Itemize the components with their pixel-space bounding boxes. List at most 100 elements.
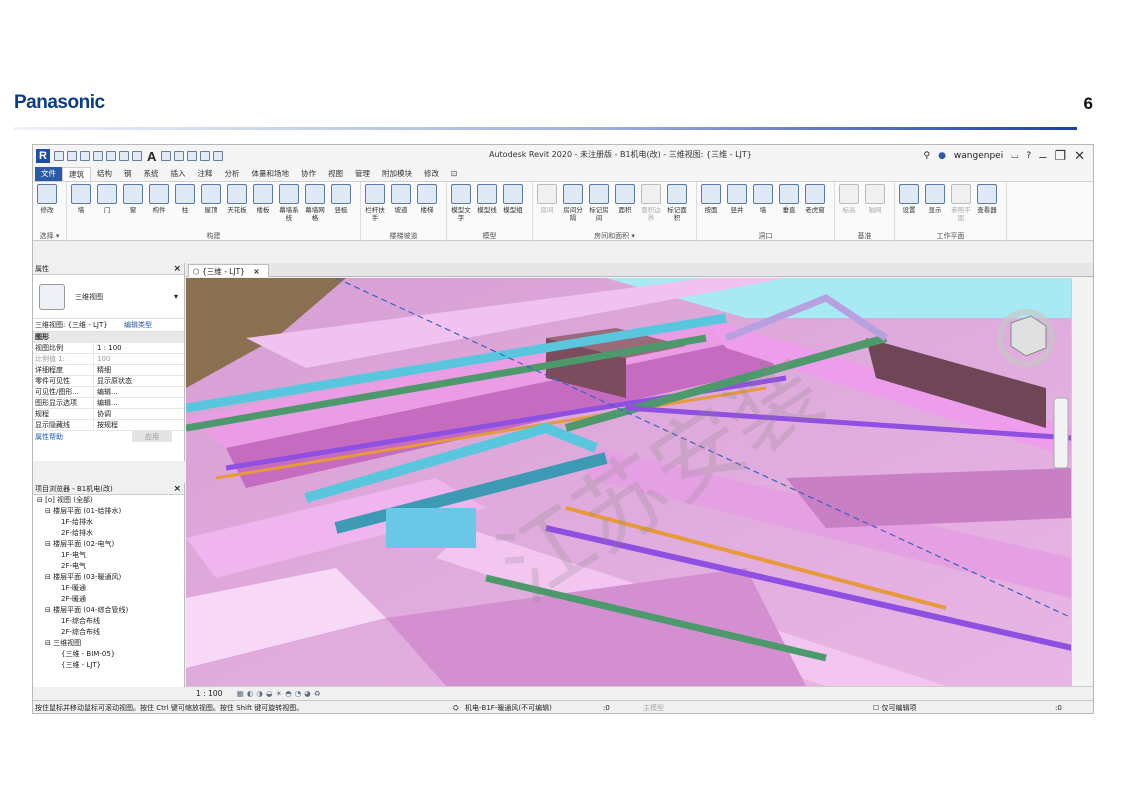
open-icon[interactable] xyxy=(54,151,64,161)
user-icon[interactable]: ● xyxy=(938,151,946,161)
close-hidden-icon[interactable] xyxy=(200,151,211,161)
tree-item[interactable]: ⊟ 楼层平面 (02-电气) xyxy=(33,539,184,550)
property-row[interactable]: 比例值 1: 100 xyxy=(33,354,184,365)
close-button[interactable]: ✕ xyxy=(1074,148,1085,164)
close-icon[interactable]: × xyxy=(173,483,181,495)
restore-button[interactable]: ❐ xyxy=(1054,148,1066,164)
ribbon-group-label[interactable]: 房间和面积 ▾ xyxy=(533,231,696,241)
property-row[interactable]: 可见性/图形... 编辑... xyxy=(33,387,184,398)
ribbon-button[interactable]: 幕墙网格 xyxy=(303,184,327,222)
tree-item[interactable]: ⊟ 楼层平面 (03-暖通风) xyxy=(33,572,184,583)
tab-7[interactable]: 分析 xyxy=(219,167,246,181)
section-icon[interactable] xyxy=(174,151,185,161)
ribbon-button[interactable]: 楼板 xyxy=(251,184,275,222)
ribbon-button[interactable]: 轴网 xyxy=(863,184,887,214)
tab-9[interactable]: 协作 xyxy=(295,167,322,181)
view-tab[interactable]: ⬡ {三维 - LJT} × xyxy=(188,264,269,277)
editable-only-checkbox[interactable]: ☐ 仅可编辑项 xyxy=(873,701,917,713)
ribbon-button[interactable]: 墙 xyxy=(751,184,775,214)
ribbon-group-label[interactable]: 洞口 xyxy=(697,231,834,241)
ribbon-button[interactable]: 墙 xyxy=(69,184,93,222)
minimize-button[interactable]: – xyxy=(1039,149,1046,164)
vertical-scrollbar[interactable] xyxy=(1071,278,1093,686)
ribbon-button[interactable]: 修改 xyxy=(35,184,59,214)
undo-icon[interactable] xyxy=(93,151,103,161)
ribbon-group-label[interactable]: 楼梯坡道 xyxy=(361,231,446,241)
view-controls-icon[interactable]: ▦◐◑◒☀◓◔◕♻ xyxy=(237,689,324,698)
tab-14[interactable]: ⊡ xyxy=(445,167,463,181)
cart-icon[interactable]: ⌴ xyxy=(1011,151,1018,161)
tree-item[interactable]: 1F-电气 xyxy=(33,550,184,561)
ribbon-button[interactable]: 查看器 xyxy=(975,184,999,222)
tab-5[interactable]: 插入 xyxy=(165,167,192,181)
type-selector[interactable]: 三维视图 ▾ xyxy=(33,275,184,319)
property-value[interactable]: 协调 xyxy=(93,409,184,419)
design-option[interactable]: 主模型 xyxy=(643,701,664,713)
3d-view-icon[interactable] xyxy=(161,151,172,161)
sync-icon[interactable] xyxy=(80,151,90,161)
property-value[interactable]: 按规程 xyxy=(93,420,184,430)
ribbon-button[interactable]: 天花板 xyxy=(225,184,249,222)
property-row[interactable]: 视图比例 1 : 100 xyxy=(33,343,184,354)
print-icon[interactable] xyxy=(119,151,129,161)
ribbon-button[interactable]: 模型文字 xyxy=(449,184,473,222)
ribbon-button[interactable]: 面积边界 xyxy=(639,184,663,222)
revit-logo-icon[interactable]: R xyxy=(36,149,50,163)
ribbon-button[interactable]: 屋顶 xyxy=(199,184,223,222)
measure-icon[interactable] xyxy=(132,151,142,161)
tab-8[interactable]: 体量和场地 xyxy=(246,167,296,181)
properties-help-link[interactable]: 属性帮助 xyxy=(35,433,63,441)
ribbon-button[interactable]: 竖井 xyxy=(725,184,749,214)
property-row[interactable]: 规程 协调 xyxy=(33,409,184,420)
tree-item[interactable]: 2F-暖通 xyxy=(33,594,184,605)
close-icon[interactable]: × xyxy=(173,263,181,275)
help-icon[interactable]: ? xyxy=(1026,151,1031,161)
ribbon-button[interactable]: 坡道 xyxy=(389,184,413,222)
tab-4[interactable]: 系统 xyxy=(138,167,165,181)
ribbon-button[interactable]: 栏杆扶手 xyxy=(363,184,387,222)
ribbon-group-label[interactable]: 模型 xyxy=(447,231,532,241)
property-value[interactable]: 编辑... xyxy=(93,398,184,408)
tab-10[interactable]: 视图 xyxy=(322,167,349,181)
category-row[interactable]: 图形 xyxy=(33,332,184,343)
tree-item[interactable]: 2F-综合布线 xyxy=(33,627,184,638)
tab-1[interactable]: 建筑 xyxy=(62,167,91,181)
ribbon-button[interactable]: 幕墙系统 xyxy=(277,184,301,222)
property-value[interactable]: 精细 xyxy=(93,365,184,375)
binoculars-icon[interactable]: ⚲ xyxy=(923,151,930,161)
redo-icon[interactable] xyxy=(106,151,116,161)
3d-viewport[interactable]: 江苏安装 xyxy=(186,278,1072,686)
ribbon-button[interactable]: 模型组 xyxy=(501,184,525,222)
property-value[interactable]: 1 : 100 xyxy=(93,343,184,353)
ribbon-group-label[interactable]: 基准 xyxy=(835,231,894,241)
ribbon-button[interactable]: 构件 xyxy=(147,184,171,222)
property-value[interactable]: 编辑... xyxy=(93,387,184,397)
instance-filter[interactable]: 三维视图: {三维 - LJT} 编辑类型 xyxy=(33,319,184,332)
tab-13[interactable]: 修改 xyxy=(418,167,445,181)
property-row[interactable]: 详细程度 精细 xyxy=(33,365,184,376)
ribbon-button[interactable]: 柱 xyxy=(173,184,197,222)
ribbon-button[interactable]: 门 xyxy=(95,184,119,222)
tree-item[interactable]: 1F-综合布线 xyxy=(33,616,184,627)
tree-item[interactable]: ⊟ 三维视图 xyxy=(33,638,184,649)
property-row[interactable]: 图形显示选项 编辑... xyxy=(33,398,184,409)
ribbon-group-label[interactable]: 构建 xyxy=(67,231,360,241)
tab-3[interactable]: 钢 xyxy=(118,167,138,181)
view-scale[interactable]: 1 : 100 xyxy=(196,689,222,698)
apply-button[interactable]: 应用 xyxy=(132,431,172,442)
tree-item[interactable]: {三维 - LJT} xyxy=(33,660,184,671)
tab-2[interactable]: 结构 xyxy=(91,167,118,181)
tree-item[interactable]: 2F-给排水 xyxy=(33,528,184,539)
ribbon-button[interactable]: 参照平面 xyxy=(949,184,973,222)
ribbon-button[interactable]: 房间 xyxy=(535,184,559,222)
property-value[interactable]: 100 xyxy=(93,354,184,364)
tree-item[interactable]: 1F-给排水 xyxy=(33,517,184,528)
ribbon-button[interactable]: 标记房间 xyxy=(587,184,611,222)
tab-11[interactable]: 管理 xyxy=(349,167,376,181)
tree-item[interactable]: ⊟ 楼层平面 (04-综合管线) xyxy=(33,605,184,616)
tab-0[interactable]: 文件 xyxy=(35,167,62,181)
property-value[interactable]: 显示原状态 xyxy=(93,376,184,386)
tree-item[interactable]: 2F-电气 xyxy=(33,561,184,572)
property-row[interactable]: 零件可见性 显示原状态 xyxy=(33,376,184,387)
ribbon-button[interactable]: 竖梃 xyxy=(329,184,353,222)
